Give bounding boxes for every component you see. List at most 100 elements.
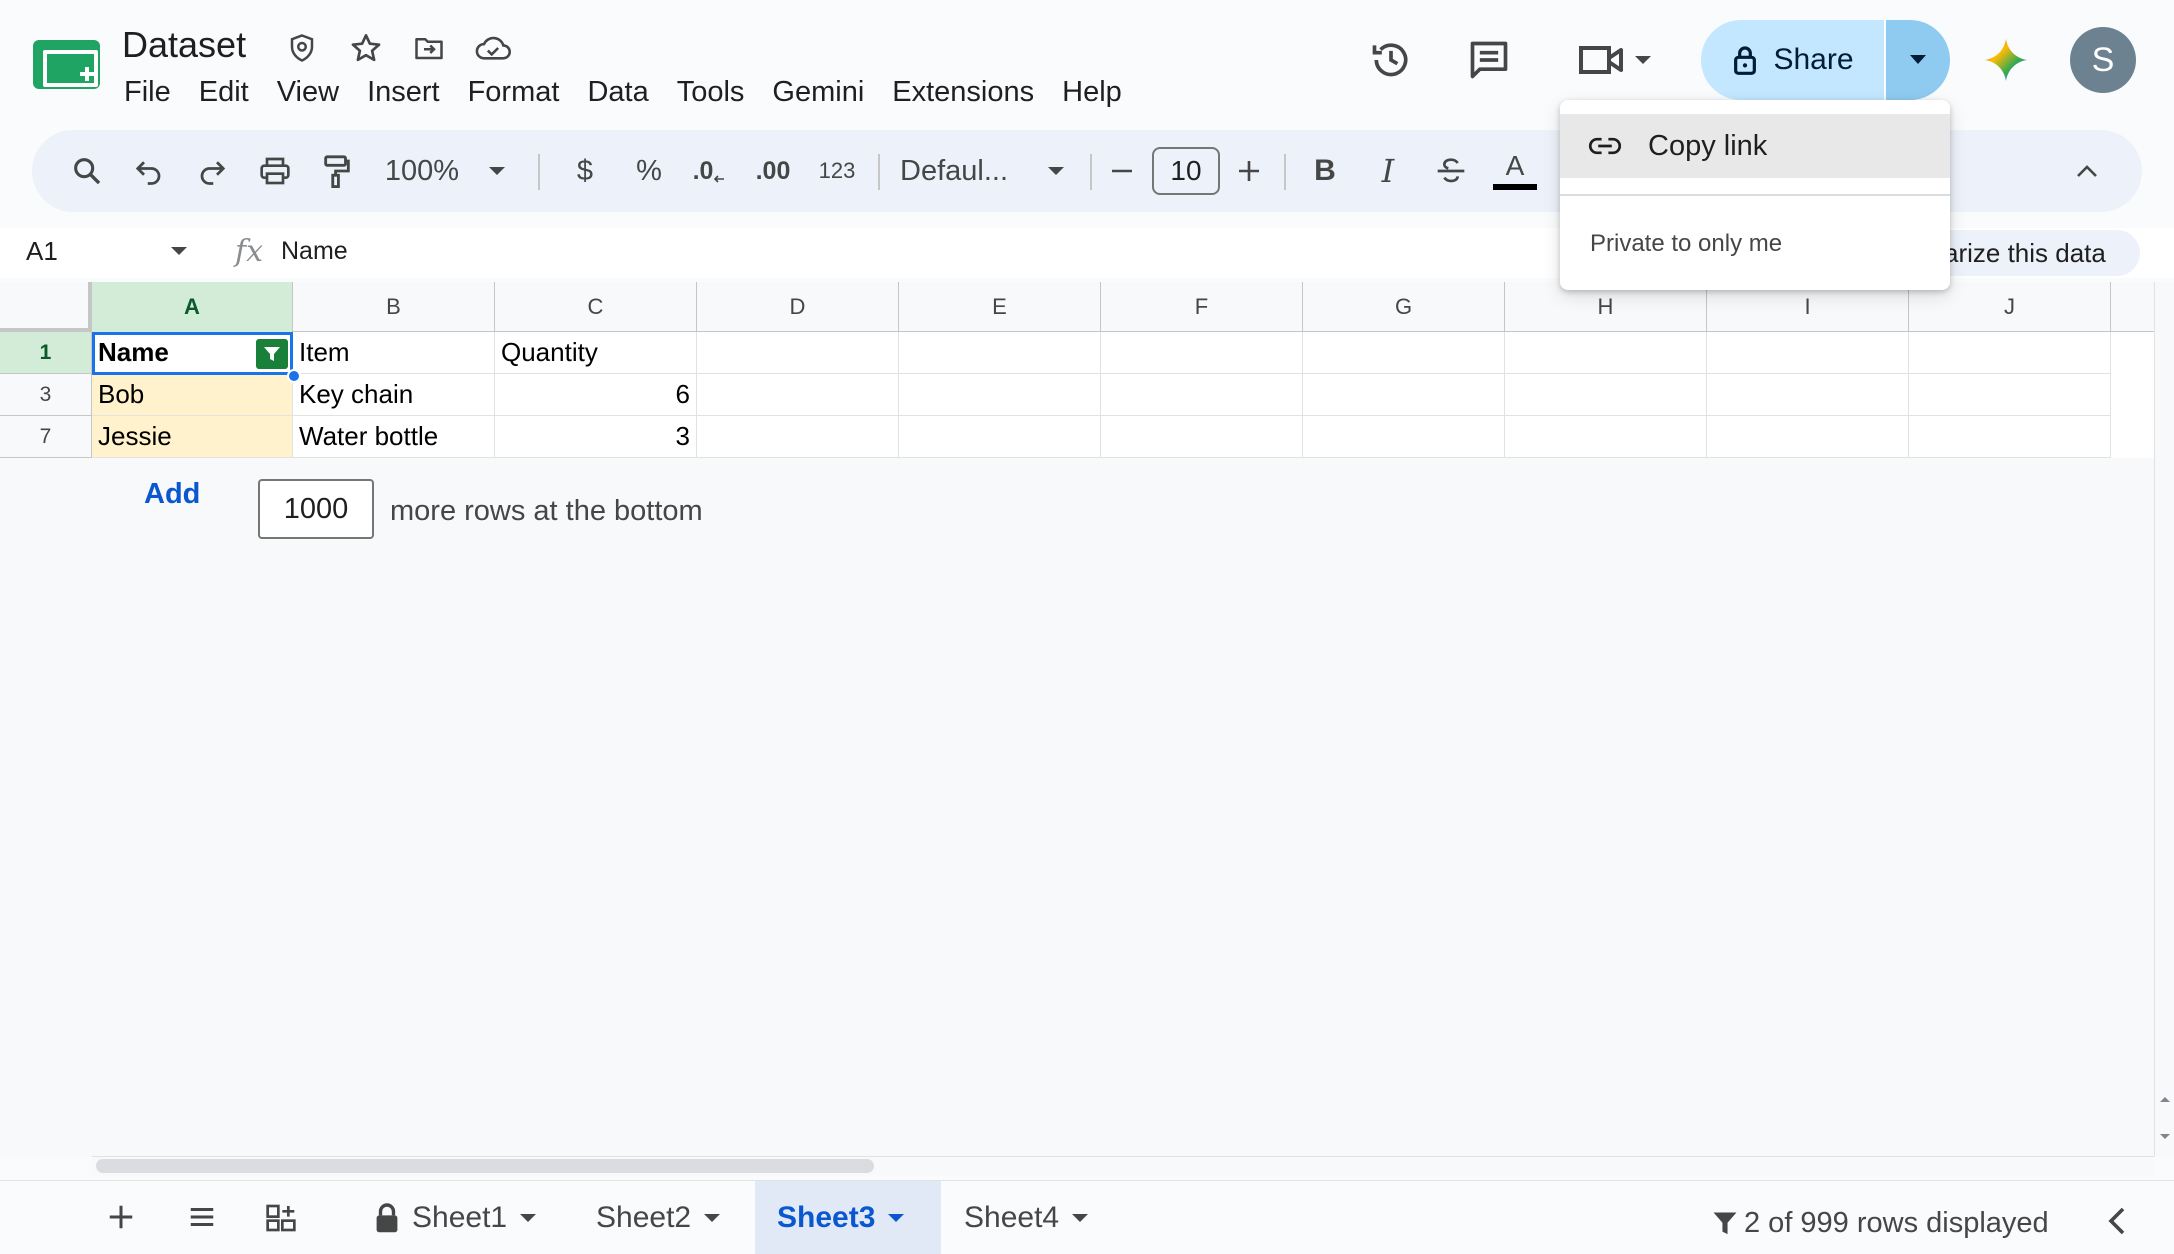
collapse-toolbar-icon[interactable] (2062, 130, 2112, 212)
column-header-g[interactable]: G (1303, 282, 1505, 332)
font-dropdown-icon[interactable] (1036, 130, 1076, 212)
column-header-c[interactable]: C (495, 282, 697, 332)
column-header-b[interactable]: B (293, 282, 495, 332)
italic-button[interactable]: I (1363, 130, 1413, 212)
vertical-scrollbar[interactable] (2154, 282, 2174, 1157)
cell-c3[interactable]: 6 (495, 374, 697, 416)
decrease-decimal-button[interactable]: .0 (684, 130, 734, 212)
column-header-a[interactable]: A (92, 282, 293, 332)
scroll-up-icon[interactable] (2157, 1094, 2173, 1104)
share-button[interactable]: Share (1701, 20, 1884, 100)
empty-cells[interactable] (697, 332, 2111, 458)
horizontal-scroll-thumb[interactable] (96, 1159, 874, 1173)
sheets-logo-icon[interactable] (33, 40, 100, 89)
menu-gemini[interactable]: Gemini (758, 76, 878, 109)
increase-font-size-icon[interactable] (1229, 130, 1269, 212)
side-panel-toggle-icon[interactable] (2108, 1206, 2126, 1236)
cell-c7[interactable]: 3 (495, 416, 697, 458)
all-sheets-icon[interactable] (186, 1202, 218, 1232)
copy-link-item[interactable]: Copy link (1560, 114, 1950, 178)
search-icon[interactable] (62, 130, 112, 212)
sheet-layout-icon[interactable] (264, 1202, 298, 1234)
cloud-saved-icon[interactable] (475, 30, 511, 66)
zoom-dropdown-icon[interactable] (482, 130, 512, 212)
lock-icon (1734, 46, 1757, 75)
add-sheet-icon[interactable] (106, 1202, 136, 1232)
menu-divider (1560, 194, 1950, 196)
column-header-f[interactable]: F (1101, 282, 1303, 332)
menu-tools[interactable]: Tools (663, 76, 759, 109)
print-icon[interactable] (250, 130, 300, 212)
select-all-corner[interactable] (0, 282, 92, 332)
filter-status: 2 of 999 rows displayed (1712, 1207, 2049, 1240)
strikethrough-icon[interactable] (1426, 130, 1476, 212)
paint-format-icon[interactable] (312, 130, 362, 212)
sheet-tab-sheet1[interactable]: Sheet1 (352, 1181, 559, 1254)
chevron-down-icon (1072, 1213, 1089, 1222)
spreadsheet-grid[interactable]: A B C D E F G H I J 1 3 7 Name Item Quan… (0, 282, 2154, 1157)
formula-input[interactable]: Name (281, 237, 348, 266)
account-avatar[interactable]: S (2070, 27, 2136, 93)
menu-extensions[interactable]: Extensions (878, 76, 1048, 109)
fx-icon: fx (235, 234, 264, 269)
add-rows-button[interactable]: Add (144, 478, 200, 511)
redo-icon[interactable] (187, 130, 237, 212)
row-header-7[interactable]: 7 (0, 416, 92, 458)
scroll-down-icon[interactable] (2157, 1132, 2173, 1142)
menu-data[interactable]: Data (573, 76, 662, 109)
star-icon[interactable] (348, 30, 384, 66)
cell-c1[interactable]: Quantity (495, 332, 697, 374)
filter-icon (1713, 1212, 1737, 1234)
sheet-tab-sheet4[interactable]: Sheet4 (942, 1181, 1111, 1254)
name-box[interactable]: A1 (26, 236, 58, 267)
history-icon[interactable] (1363, 32, 1419, 88)
menu-edit[interactable]: Edit (185, 76, 263, 109)
chevron-down-icon (520, 1213, 537, 1222)
chevron-down-icon (1910, 55, 1926, 64)
cell-a7[interactable]: Jessie (92, 416, 293, 458)
undo-icon[interactable] (124, 130, 174, 212)
row-header-1[interactable]: 1 (0, 332, 92, 374)
share-menu: Copy link Private to only me (1560, 100, 1950, 290)
menu-format[interactable]: Format (454, 76, 574, 109)
fill-handle[interactable] (287, 369, 301, 383)
chevron-down-icon (704, 1213, 721, 1222)
menu-view[interactable]: View (263, 76, 353, 109)
cell-b1[interactable]: Item (293, 332, 495, 374)
menu-help[interactable]: Help (1048, 76, 1136, 109)
decrease-font-size-icon[interactable] (1102, 130, 1142, 212)
move-folder-icon[interactable] (411, 30, 447, 66)
column-header-d[interactable]: D (697, 282, 899, 332)
sheet-tab-sheet3[interactable]: Sheet3 (755, 1181, 941, 1254)
link-icon (1588, 137, 1622, 155)
chevron-down-icon (888, 1213, 905, 1222)
gemini-icon[interactable] (1978, 32, 2034, 88)
add-rows-suffix: more rows at the bottom (390, 495, 703, 527)
share-dropdown-button[interactable] (1886, 20, 1950, 100)
currency-format-button[interactable]: $ (560, 130, 610, 212)
percent-format-button[interactable]: % (624, 130, 674, 212)
text-color-button[interactable]: A (1490, 130, 1540, 212)
add-rows-count-input[interactable]: 1000 (258, 479, 374, 539)
sheet-tab-sheet2[interactable]: Sheet2 (574, 1181, 743, 1254)
zoom-select[interactable]: 100% (382, 130, 462, 212)
name-box-dropdown-icon[interactable] (170, 246, 188, 256)
shield-icon[interactable] (284, 30, 320, 66)
increase-decimal-button[interactable]: .00 (746, 130, 800, 212)
font-size-input[interactable]: 10 (1152, 147, 1220, 195)
row-header-3[interactable]: 3 (0, 374, 92, 416)
grid-empty-area (0, 458, 2154, 1157)
meet-icon[interactable] (1570, 32, 1660, 88)
bold-button[interactable]: B (1300, 130, 1350, 212)
document-title[interactable]: Dataset (122, 24, 246, 66)
filter-icon[interactable] (256, 339, 288, 369)
menu-insert[interactable]: Insert (353, 76, 454, 109)
column-header-e[interactable]: E (899, 282, 1101, 332)
more-formats-button[interactable]: 123 (810, 130, 864, 212)
comments-icon[interactable] (1461, 32, 1517, 88)
cell-a3[interactable]: Bob (92, 374, 293, 416)
cell-b7[interactable]: Water bottle (293, 416, 495, 458)
cell-b3[interactable]: Key chain (293, 374, 495, 416)
menu-bar: File Edit View Insert Format Data Tools … (110, 72, 1136, 112)
menu-file[interactable]: File (110, 76, 185, 109)
